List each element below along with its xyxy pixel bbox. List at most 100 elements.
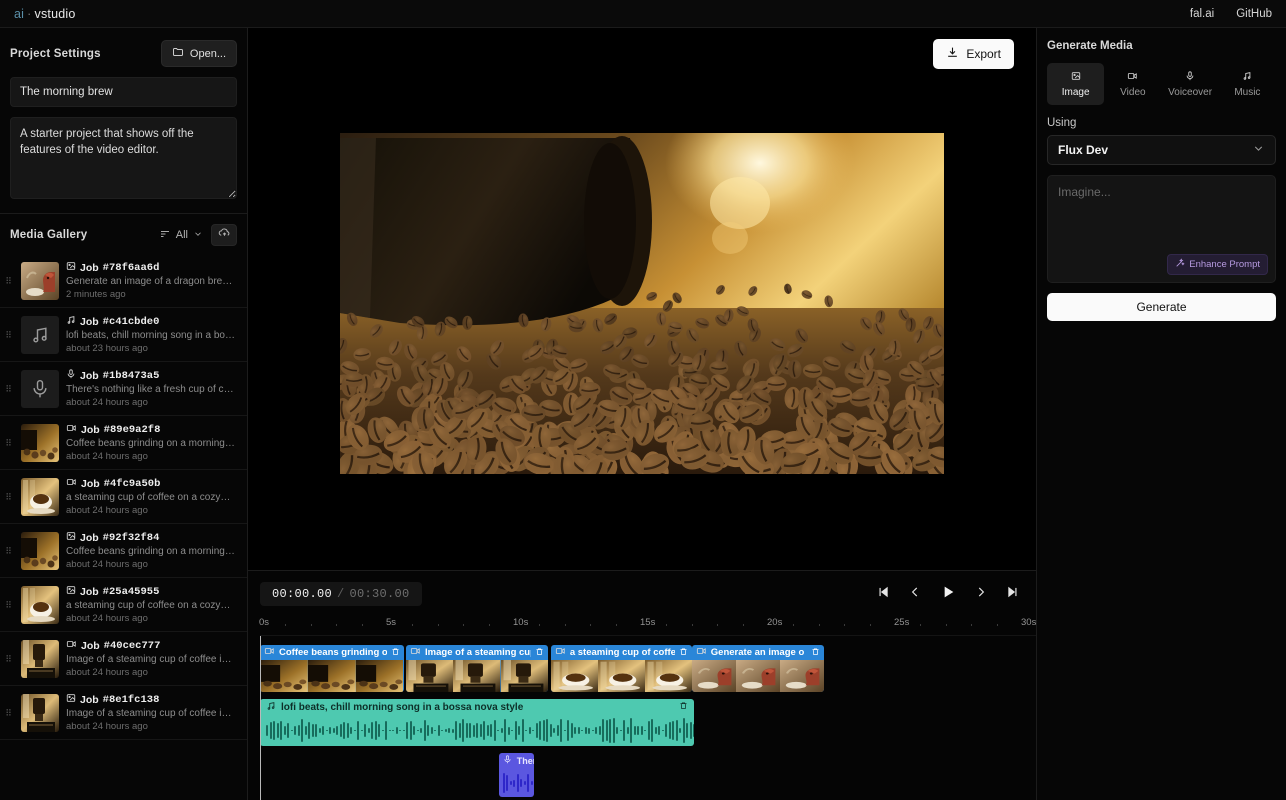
waveform-bar <box>287 723 289 738</box>
link-github[interactable]: GitHub <box>1236 8 1272 20</box>
sparkle-wand-icon <box>1175 258 1185 271</box>
app-logo[interactable]: ai·vstudio <box>14 7 76 21</box>
media-item-title: Job#89e9a2f8 <box>66 423 239 436</box>
tab-label: Video <box>1120 87 1145 98</box>
waveform-bar <box>448 728 450 732</box>
project-name-input[interactable] <box>10 77 237 107</box>
folder-icon <box>172 46 184 61</box>
delete-clip-button[interactable] <box>679 647 688 659</box>
waveform-bar <box>532 730 534 732</box>
media-item-title: Job#1b8473a5 <box>66 369 239 382</box>
drag-handle[interactable]: ⠿ <box>4 386 14 392</box>
link-fal-ai[interactable]: fal.ai <box>1190 8 1214 20</box>
waveform-bar <box>669 722 671 740</box>
media-gallery-list[interactable]: ⠿Job#78f6aa6dGenerate an image of a drag… <box>0 254 247 800</box>
waveform-bar <box>560 719 562 742</box>
timeline-tracks[interactable]: Coffee beans grinding onImage of a steam… <box>260 636 1036 800</box>
media-item-id: #1b8473a5 <box>103 370 160 382</box>
drag-handle[interactable]: ⠿ <box>4 548 14 554</box>
waveform-bar <box>462 719 464 742</box>
timeline-ruler[interactable]: 0s5s10s15s20s25s30s <box>260 616 1036 636</box>
drag-handle[interactable]: ⠿ <box>4 332 14 338</box>
playhead[interactable] <box>260 636 261 800</box>
media-type-tabs: Image Video Voiceover Music <box>1047 63 1276 105</box>
delete-clip-button[interactable] <box>391 647 400 659</box>
video-preview[interactable] <box>340 133 944 474</box>
clip-label: There's n <box>517 756 535 766</box>
waveform-bar <box>431 727 433 735</box>
clip-label: Generate an image o <box>711 647 807 658</box>
model-select[interactable]: Flux Dev <box>1047 135 1276 165</box>
drag-handle[interactable]: ⠿ <box>4 278 14 284</box>
drag-handle[interactable]: ⠿ <box>4 656 14 662</box>
ruler-tick-label: 5s <box>386 617 396 628</box>
media-item[interactable]: ⠿Job#78f6aa6dGenerate an image of a drag… <box>0 254 247 308</box>
timeline-toolbar: 00:00.00/00:30.00 <box>248 571 1036 616</box>
drag-handle[interactable]: ⠿ <box>4 440 14 446</box>
media-thumbnail <box>21 370 59 408</box>
drag-handle[interactable]: ⠿ <box>4 494 14 500</box>
delete-clip-button[interactable] <box>679 701 688 713</box>
prompt-input-wrapper[interactable]: Imagine... Enhance Prompt <box>1047 175 1276 283</box>
clip-header: There's n <box>499 753 535 769</box>
waveform-bar <box>399 730 401 732</box>
waveform-bar <box>613 718 615 742</box>
music-clip[interactable]: lofi beats, chill morning song in a boss… <box>260 699 694 746</box>
media-thumbnail <box>21 478 59 516</box>
mic-icon <box>66 369 76 382</box>
video-clip[interactable]: Coffee beans grinding on <box>260 645 404 692</box>
skip-to-end-button[interactable] <box>1006 585 1020 602</box>
mic-icon <box>503 755 512 767</box>
media-item[interactable]: ⠿Job#8e1fc138Image of a steaming cup of … <box>0 686 247 740</box>
waveform-bar <box>648 721 650 740</box>
drag-handle[interactable]: ⠿ <box>4 710 14 716</box>
media-item[interactable]: ⠿Job#4fc9a50ba steaming cup of coffee on… <box>0 470 247 524</box>
export-button[interactable]: Export <box>933 39 1014 69</box>
waveform-bar <box>531 781 533 786</box>
waveform-bar <box>497 730 499 732</box>
skip-to-start-button[interactable] <box>876 585 890 602</box>
delete-clip-button[interactable] <box>535 647 544 659</box>
upload-media-button[interactable] <box>211 224 237 246</box>
trash-icon[interactable] <box>679 702 688 713</box>
clip-label: lofi beats, chill morning song in a boss… <box>281 702 674 713</box>
trash-icon[interactable] <box>391 648 400 659</box>
project-description-input[interactable] <box>10 117 237 199</box>
drag-handle[interactable]: ⠿ <box>4 602 14 608</box>
trash-icon[interactable] <box>679 648 688 659</box>
media-filter-dropdown[interactable]: All <box>159 228 203 243</box>
media-item[interactable]: ⠿Job#c41cbde0lofi beats, chill morning s… <box>0 308 247 362</box>
media-gallery-header: Media Gallery All <box>0 214 247 254</box>
ruler-tick-label: 10s <box>513 617 528 628</box>
generate-button[interactable]: Generate <box>1047 293 1276 321</box>
waveform-bar <box>364 724 366 736</box>
media-item[interactable]: ⠿Job#92f32f84Coffee beans grinding on a … <box>0 524 247 578</box>
open-project-button[interactable]: Open... <box>161 40 237 67</box>
voiceover-clip[interactable]: There's n <box>499 753 535 797</box>
ruler-minor-tick <box>844 624 845 626</box>
trash-icon[interactable] <box>535 648 544 659</box>
media-item[interactable]: ⠿Job#25a45955a steaming cup of coffee on… <box>0 578 247 632</box>
video-clip[interactable]: Image of a steaming cup <box>406 645 548 692</box>
tab-voiceover[interactable]: Voiceover <box>1162 63 1219 105</box>
tab-image[interactable]: Image <box>1047 63 1104 105</box>
play-button[interactable] <box>940 584 956 603</box>
waveform-bar <box>291 730 293 732</box>
trash-icon[interactable] <box>811 648 820 659</box>
video-clip[interactable]: Generate an image o <box>692 645 824 692</box>
video-clip[interactable]: a steaming cup of coffee <box>551 645 692 692</box>
tab-video[interactable]: Video <box>1104 63 1161 105</box>
tab-label: Music <box>1234 87 1260 98</box>
waveform-bar <box>564 730 566 732</box>
delete-clip-button[interactable] <box>811 647 820 659</box>
step-back-button[interactable] <box>908 585 922 602</box>
media-item[interactable]: ⠿Job#1b8473a5There's nothing like a fres… <box>0 362 247 416</box>
ruler-tick-label: 20s <box>767 617 782 628</box>
ruler-minor-tick <box>590 624 591 626</box>
ruler-minor-tick <box>565 624 566 626</box>
media-item[interactable]: ⠿Job#40cec777Image of a steaming cup of … <box>0 632 247 686</box>
step-forward-button[interactable] <box>974 585 988 602</box>
media-item[interactable]: ⠿Job#89e9a2f8Coffee beans grinding on a … <box>0 416 247 470</box>
tab-music[interactable]: Music <box>1219 63 1276 105</box>
enhance-prompt-button[interactable]: Enhance Prompt <box>1167 254 1268 275</box>
